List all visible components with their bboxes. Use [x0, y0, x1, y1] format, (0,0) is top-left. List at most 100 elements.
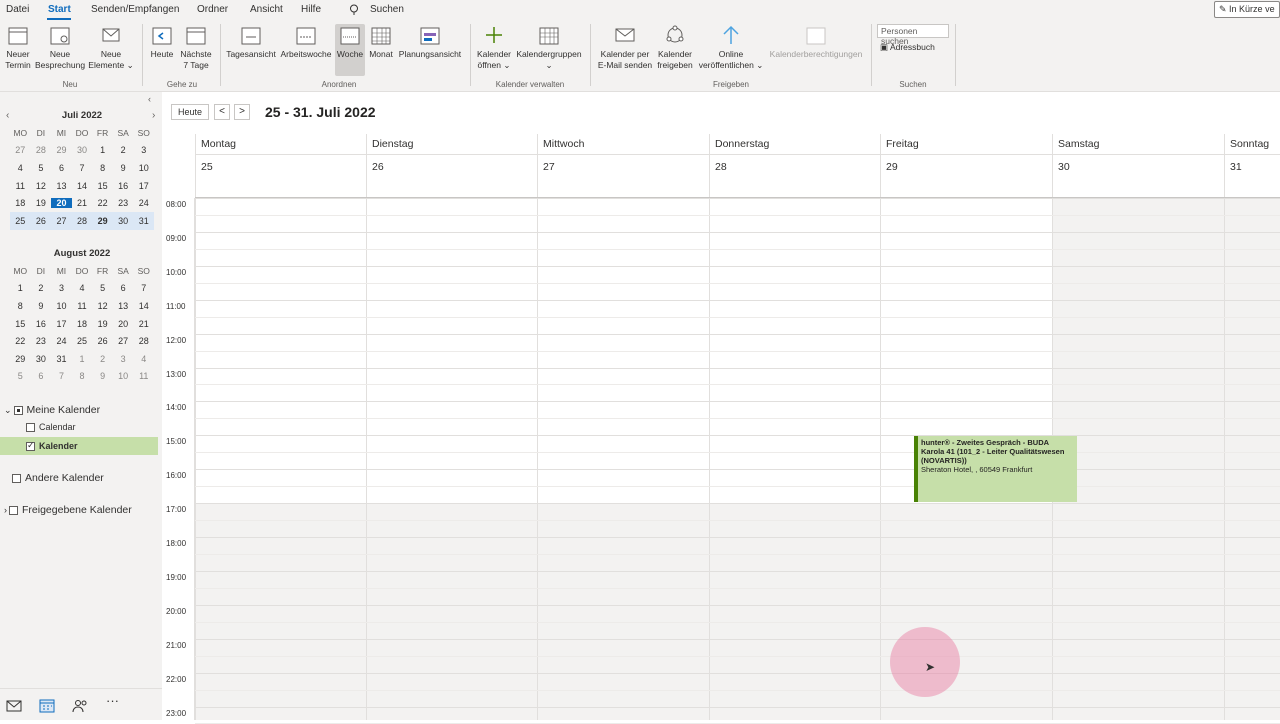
mini-calendar-day[interactable]: 1 [92, 145, 113, 155]
mini-calendar-day[interactable]: 2 [92, 354, 113, 364]
mini-calendar-day[interactable]: 23 [113, 198, 134, 208]
mini-calendar-day[interactable]: 5 [92, 283, 113, 293]
calendar-event[interactable]: hunter® - Zweites Gespräch - BUDA Karola… [914, 436, 1077, 502]
mini-calendar-day[interactable]: 28 [72, 216, 93, 226]
collapse-pane-icon[interactable]: ‹ [148, 94, 151, 104]
mini-calendar-day[interactable]: 21 [72, 198, 93, 208]
day-header[interactable]: Montag 25 [195, 134, 366, 198]
next-7-days-button[interactable]: Nächste 7 Tage [178, 24, 214, 71]
mini-calendar-day[interactable]: 1 [72, 354, 93, 364]
day-header[interactable]: Freitag 29 [880, 134, 1052, 198]
mini-calendar-day[interactable]: 20 [51, 198, 72, 209]
address-book-button[interactable]: ▣ Adressbuch [880, 42, 935, 53]
menu-suchen[interactable]: Suchen [370, 4, 404, 15]
mini-calendar-day[interactable]: 15 [92, 181, 113, 191]
mini-calendar-day[interactable]: 27 [51, 216, 72, 226]
mini-calendar-day[interactable]: 9 [31, 301, 52, 311]
mini-calendar-day[interactable]: 8 [10, 301, 31, 311]
mini-calendar-day[interactable]: 24 [133, 198, 154, 208]
month-view-button[interactable]: Monat [367, 24, 395, 60]
day-column[interactable] [1224, 198, 1280, 720]
mini-calendar-day[interactable]: 20 [113, 319, 134, 329]
mini-calendar-day[interactable]: 18 [72, 319, 93, 329]
mini-calendar-day[interactable]: 2 [113, 145, 134, 155]
day-column[interactable] [366, 198, 537, 720]
mini-calendar-day[interactable]: 7 [51, 371, 72, 381]
day-header[interactable]: Donnerstag 28 [709, 134, 880, 198]
mini-calendar-day[interactable]: 6 [31, 371, 52, 381]
mini-calendar-day[interactable]: 27 [10, 145, 31, 155]
mini-calendar-day[interactable]: 11 [72, 301, 93, 311]
mini-calendar-day[interactable]: 9 [92, 371, 113, 381]
schedule-view-button[interactable]: Planungsansicht [397, 24, 463, 60]
mini-calendar-day[interactable]: 29 [51, 145, 72, 155]
my-calendars-folder[interactable]: ⌄ Meine Kalender [4, 404, 100, 416]
open-calendar-button[interactable]: Kalender öffnen ⌄ [474, 24, 514, 71]
mini-calendar-day[interactable]: 4 [10, 163, 31, 173]
mini-calendar-day[interactable]: 5 [31, 163, 52, 173]
mini-calendar-day[interactable]: 4 [72, 283, 93, 293]
menu-ansicht[interactable]: Ansicht [250, 4, 283, 15]
next-month-icon[interactable]: › [152, 110, 155, 121]
calendar-icon[interactable] [39, 699, 55, 713]
day-column[interactable] [537, 198, 709, 720]
shared-calendars-folder[interactable]: › Freigegebene Kalender [4, 504, 132, 516]
mini-calendar-day[interactable]: 16 [31, 319, 52, 329]
menu-ordner[interactable]: Ordner [197, 4, 228, 15]
mini-calendar-day[interactable]: 8 [92, 163, 113, 173]
mini-calendar-day[interactable]: 6 [51, 163, 72, 173]
day-view-button[interactable]: Tagesansicht [225, 24, 277, 60]
mini-calendar-day[interactable]: 6 [113, 283, 134, 293]
mini-calendar-day[interactable]: 22 [92, 198, 113, 208]
mini-calendar-day[interactable]: 3 [113, 354, 134, 364]
mini-calendar-day[interactable]: 15 [10, 319, 31, 329]
mini-calendar-day[interactable]: 28 [31, 145, 52, 155]
mini-calendar-day[interactable]: 7 [133, 283, 154, 293]
day-header[interactable]: Samstag 30 [1052, 134, 1224, 198]
calendar-groups-button[interactable]: Kalendergruppen ⌄ [514, 24, 584, 71]
day-header[interactable]: Dienstag 26 [366, 134, 537, 198]
work-week-button[interactable]: Arbeitswoche [278, 24, 334, 60]
mini-calendar-day[interactable]: 1 [10, 283, 31, 293]
mini-calendar-day[interactable]: 17 [133, 181, 154, 191]
kalender-checkbox[interactable] [26, 440, 35, 451]
shared-calendars-checkbox[interactable] [9, 505, 18, 515]
mini-calendar-day[interactable]: 5 [10, 371, 31, 381]
new-appointment-button[interactable]: Neuer Termin [3, 24, 33, 71]
mini-calendar-day[interactable]: 27 [113, 336, 134, 346]
mini-calendar-day[interactable]: 13 [51, 181, 72, 191]
calendar-item-kalender[interactable]: Kalender [0, 437, 158, 455]
previous-week-button[interactable]: < [214, 104, 230, 120]
mini-calendar-day[interactable]: 28 [133, 336, 154, 346]
menu-hilfe[interactable]: Hilfe [301, 4, 321, 15]
mini-calendar-day[interactable]: 29 [10, 354, 31, 364]
mini-calendar-day[interactable]: 14 [72, 181, 93, 191]
mini-calendar-day[interactable]: 31 [51, 354, 72, 364]
mini-calendar-day[interactable]: 25 [10, 216, 31, 226]
today-button[interactable]: Heute [148, 24, 176, 60]
mini-calendar-day[interactable]: 10 [133, 163, 154, 173]
mini-calendar-day[interactable]: 13 [113, 301, 134, 311]
calendar-permissions-button[interactable]: Kalenderberechtigungen [766, 24, 866, 60]
mini-calendar-day[interactable]: 18 [10, 198, 31, 208]
next-week-button[interactable]: > [234, 104, 250, 120]
mini-calendar-day[interactable]: 30 [31, 354, 52, 364]
mini-calendar-day[interactable]: 17 [51, 319, 72, 329]
menu-datei[interactable]: Datei [6, 4, 29, 15]
menu-start[interactable]: Start [48, 4, 71, 15]
more-icon[interactable]: ··· [106, 693, 122, 708]
mini-calendar-day[interactable]: 12 [31, 181, 52, 191]
mini-calendar-day[interactable]: 10 [51, 301, 72, 311]
my-calendars-checkbox[interactable] [13, 405, 23, 415]
mini-calendar-day[interactable]: 26 [31, 216, 52, 226]
coming-soon-toggle[interactable]: ✎ In Kürze ve [1214, 1, 1280, 18]
mini-calendar-day[interactable]: 16 [113, 181, 134, 191]
mini-calendar-day[interactable]: 3 [51, 283, 72, 293]
mini-calendar-day[interactable]: 9 [113, 163, 134, 173]
calendar-item-calendar[interactable]: Calendar [26, 422, 76, 432]
mini-calendar-day[interactable]: 14 [133, 301, 154, 311]
mini-calendar-day[interactable]: 24 [51, 336, 72, 346]
mail-icon[interactable] [6, 699, 22, 713]
mini-calendar-day[interactable]: 21 [133, 319, 154, 329]
other-calendars-folder[interactable]: Andere Kalender [12, 472, 104, 484]
